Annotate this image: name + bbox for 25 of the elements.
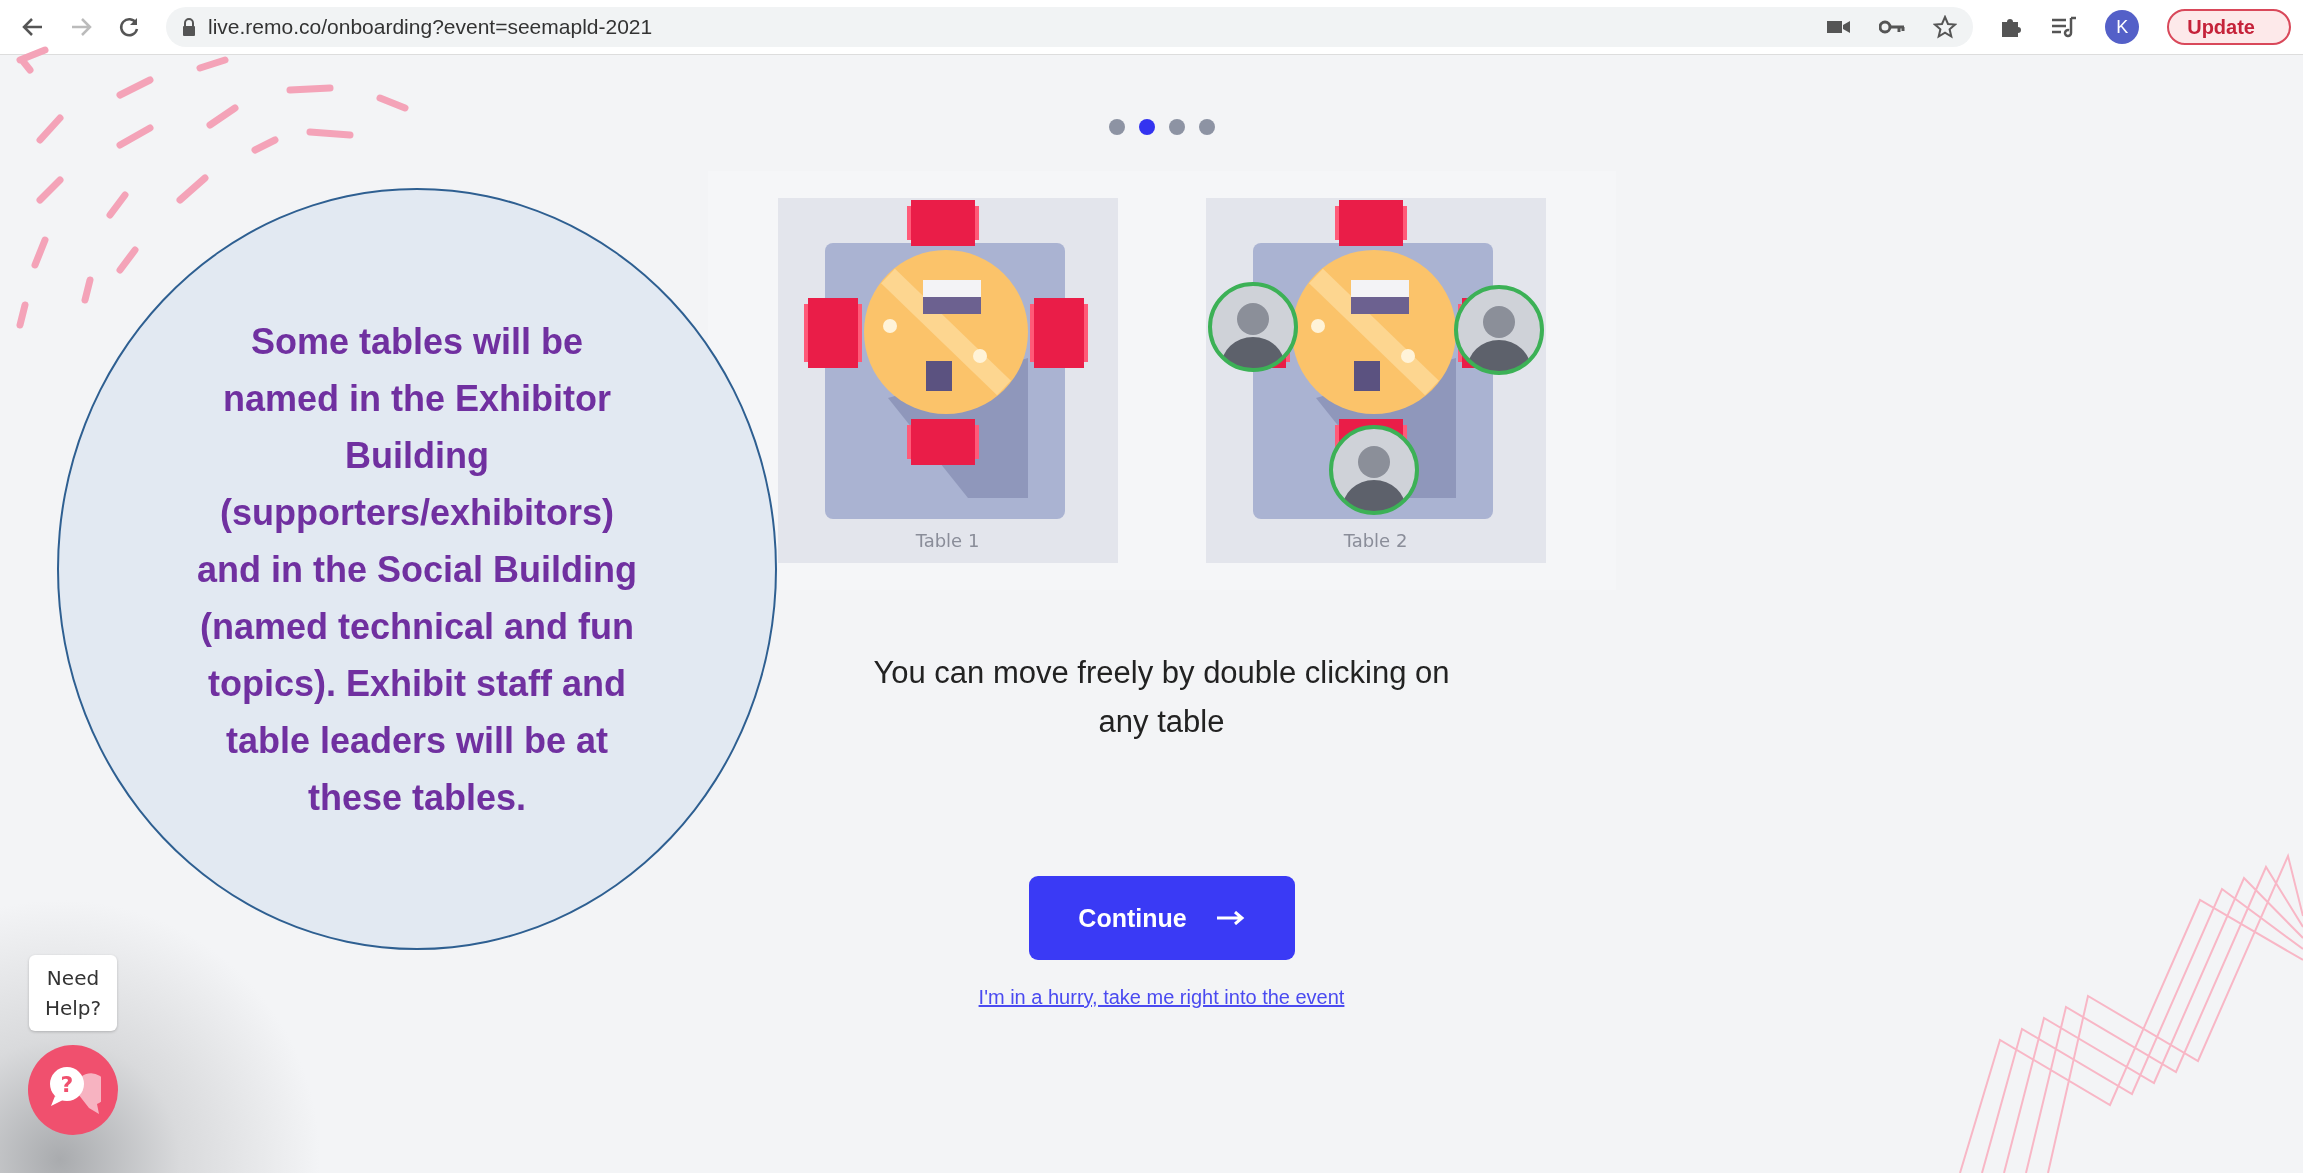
url-text: live.remo.co/onboarding?event=seemapld-2021 (208, 15, 653, 39)
key-icon[interactable] (1879, 20, 1906, 34)
continue-button[interactable]: Continue (1028, 876, 1295, 960)
step-dot[interactable] (1138, 119, 1155, 135)
help-button[interactable]: ? (28, 1045, 118, 1135)
lock-icon (182, 18, 196, 36)
callout-text: Some tables will be named in the Exhibitor Building (supporters/exhibitors) and in the Social Building (named technical and fun topics). Exhibit staff and table leaders will be at these tables. (197, 319, 637, 820)
profile-avatar[interactable]: K (2105, 10, 2140, 44)
address-bar[interactable]: live.remo.co/onboarding?event=seemapld-2021 (166, 7, 1974, 47)
table-label: Table 2 (1342, 530, 1409, 551)
update-button[interactable]: Update (2167, 9, 2291, 45)
reload-icon[interactable] (118, 16, 140, 38)
playlist-icon[interactable] (2051, 16, 2078, 38)
instruction-text: You can move freely by double clicking on any table (872, 654, 1451, 741)
arrow-icon (1216, 911, 1245, 925)
star-icon[interactable] (1933, 15, 1958, 39)
camera-icon[interactable] (1827, 19, 1852, 35)
step-dot[interactable] (1108, 119, 1125, 135)
step-dot[interactable] (1168, 119, 1185, 135)
back-icon[interactable] (22, 17, 44, 37)
table-card[interactable]: Table 1 (777, 198, 1118, 563)
skip-link[interactable]: I'm in a hurry, take me right into the event (978, 986, 1345, 1009)
help-tooltip: Need Help? (29, 955, 117, 1031)
step-dot[interactable] (1198, 119, 1215, 135)
table-label: Table 1 (914, 530, 981, 551)
